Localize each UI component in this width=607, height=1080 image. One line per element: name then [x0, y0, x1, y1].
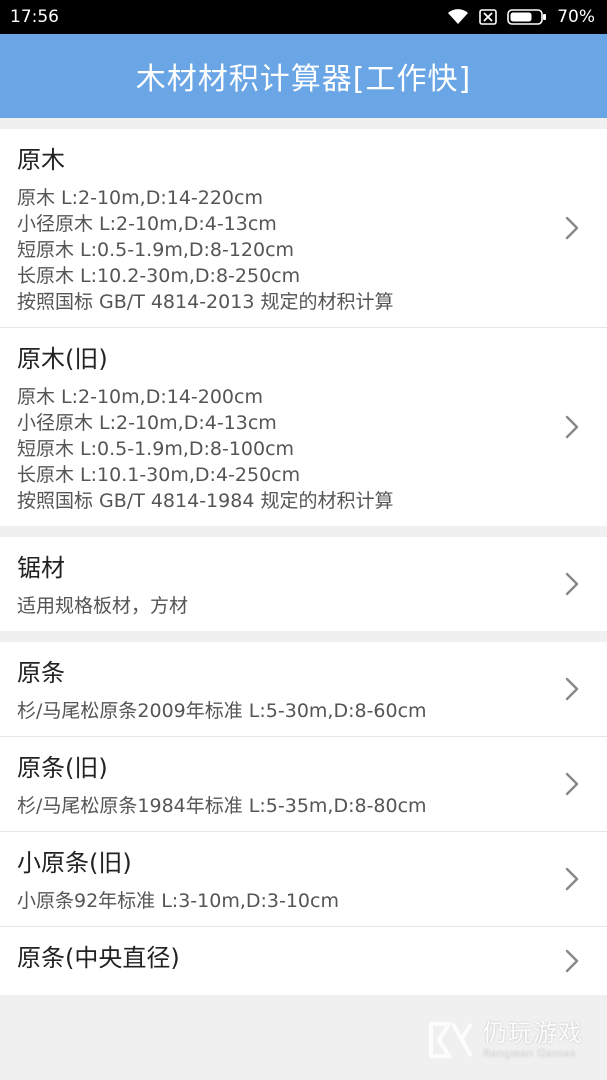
status-icons: 70%: [447, 7, 595, 27]
list-item-title: 原条: [17, 659, 65, 687]
list-item-description: 长原木 L:10.2-30m,D:8-250cm: [17, 265, 301, 287]
list-group: 锯材适用规格板材，方材: [0, 537, 607, 631]
list-item-description: 小径原木 L:2-10m,D:4-13cm: [17, 213, 277, 235]
battery-percent: 70%: [557, 7, 595, 27]
chevron-right-icon: [565, 216, 579, 240]
status-time: 17:56: [10, 7, 59, 27]
list-group: 原条杉/马尾松原条2009年标准 L:5-30m,D:8-60cm 原条(旧) 杉/…: [0, 642, 607, 995]
list-item-description: 杉/马尾松原条1984年标准 L:5-35m,D:8-80cm: [17, 795, 427, 817]
battery-icon: [507, 9, 547, 25]
no-sim-icon: [479, 9, 498, 25]
list-item-title: 原木(旧): [17, 345, 108, 373]
chevron-right-icon: [565, 772, 579, 796]
list-item-description: 短原木 L:0.5-1.9m,D:8-100cm: [17, 438, 295, 460]
list-item-description: 原木 L:2-10m,D:14-200cm: [17, 386, 263, 408]
list-item-description: 短原木 L:0.5-1.9m,D:8-120cm: [17, 239, 295, 261]
list-item-title: 原木: [17, 146, 65, 174]
list-item[interactable]: 原条(旧) 杉/马尾松原条1984年标准 L:5-35m,D:8-80cm: [0, 737, 607, 832]
app-title: 木材材积计算器[工作快]: [135, 62, 472, 97]
list-item-description: 按照国标 GB/T 4814-1984 规定的材积计算: [17, 490, 394, 512]
chevron-right-icon: [565, 677, 579, 701]
chevron-right-icon: [565, 415, 579, 439]
list-group: 原木原木 L:2-10m,D:14-220cm 小径原木 L:2-10m,D:4-…: [0, 129, 607, 526]
app-bar: 木材材积计算器[工作快]: [0, 34, 607, 118]
list-item[interactable]: 原木原木 L:2-10m,D:14-220cm 小径原木 L:2-10m,D:4-…: [0, 129, 607, 328]
chevron-right-icon: [565, 572, 579, 596]
list-item[interactable]: 原条(中央直径): [0, 927, 607, 995]
list-item-title: 小原条(旧): [17, 849, 132, 877]
list-item-title: 原条(旧): [17, 754, 108, 782]
status-bar: 17:56 70%: [0, 0, 607, 34]
list-item-description: 原木 L:2-10m,D:14-220cm: [17, 187, 263, 209]
chevron-right-icon: [565, 949, 579, 973]
list-item-description: 按照国标 GB/T 4814-2013 规定的材积计算: [17, 291, 394, 313]
list-item-title: 原条(中央直径): [17, 944, 180, 972]
watermark-logo-icon: [429, 1021, 473, 1058]
list-item-description: 适用规格板材，方材: [17, 595, 189, 617]
list-item-description: 小径原木 L:2-10m,D:4-13cm: [17, 412, 277, 434]
list-item-description: 杉/马尾松原条2009年标准 L:5-30m,D:8-60cm: [17, 700, 427, 722]
watermark: 仍玩游戏 Rengwan Games: [427, 1019, 583, 1060]
watermark-main-text: 仍玩游戏: [483, 1019, 583, 1047]
chevron-right-icon: [565, 867, 579, 891]
wifi-icon: [448, 9, 469, 24]
list-item-title: 锯材: [17, 554, 65, 582]
list-item[interactable]: 原木(旧) 原木 L:2-10m,D:14-200cm 小径原木 L:2-10m,D…: [0, 328, 607, 526]
list-item[interactable]: 锯材适用规格板材，方材: [0, 537, 607, 631]
list-item[interactable]: 原条杉/马尾松原条2009年标准 L:5-30m,D:8-60cm: [0, 642, 607, 737]
calculator-list: 原木原木 L:2-10m,D:14-220cm 小径原木 L:2-10m,D:4-…: [0, 118, 607, 995]
list-item-description: 长原木 L:10.1-30m,D:4-250cm: [17, 464, 301, 486]
watermark-sub-text: Rengwan Games: [483, 1047, 576, 1060]
list-item-description: 小原条92年标准 L:3-10m,D:3-10cm: [17, 890, 339, 912]
list-item[interactable]: 小原条(旧) 小原条92年标准 L:3-10m,D:3-10cm: [0, 832, 607, 927]
